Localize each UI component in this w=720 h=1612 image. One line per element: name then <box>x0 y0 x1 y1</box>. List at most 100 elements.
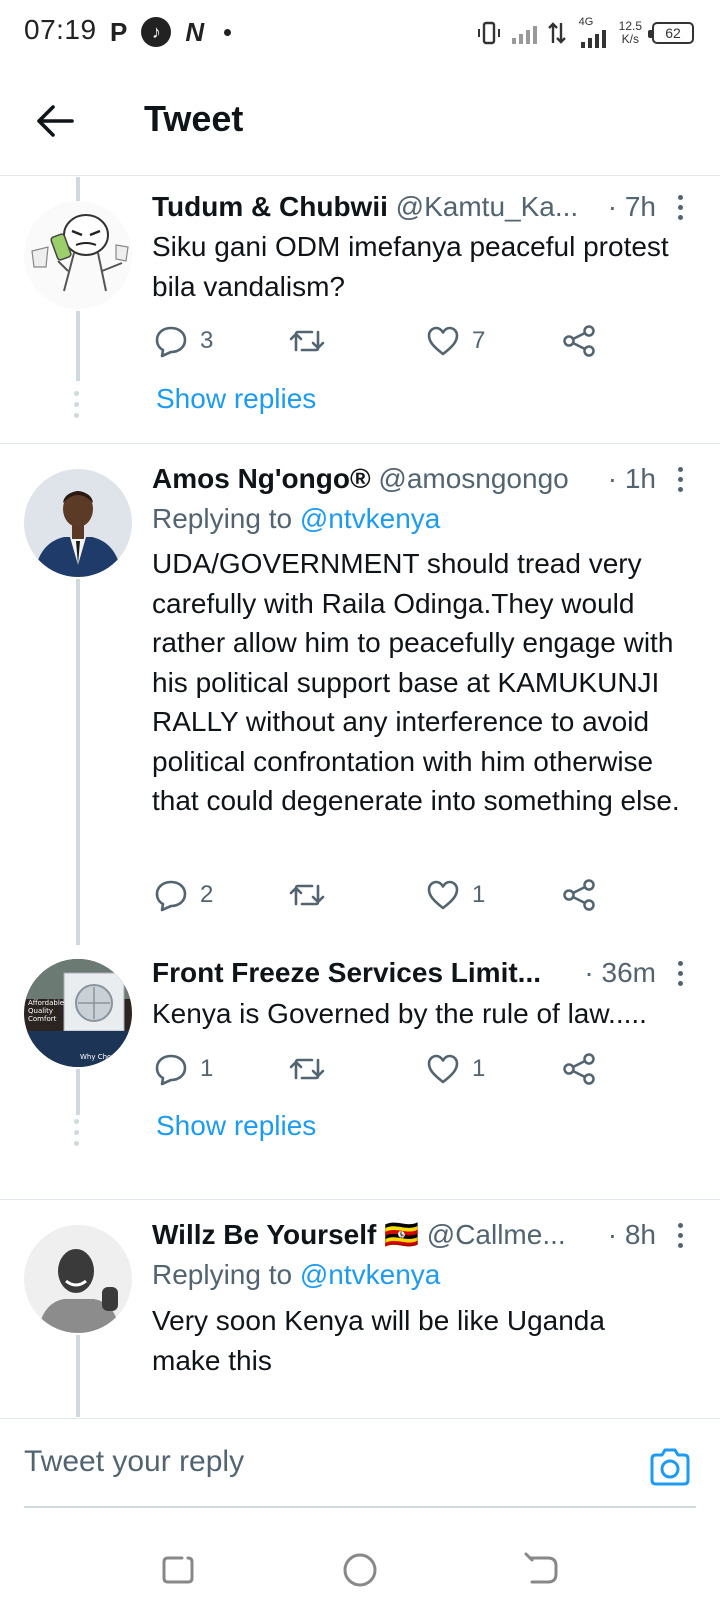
more-options-button[interactable] <box>670 955 690 991</box>
dot-icon <box>224 28 232 36</box>
replying-to: Replying to @ntvkenya <box>152 1259 441 1290</box>
arrow-left-icon <box>37 105 74 137</box>
like-button[interactable]: 1 <box>426 1049 485 1089</box>
uganda-flag-icon: 🇺🇬 <box>384 1219 419 1250</box>
reply-composer <box>0 1418 720 1518</box>
avatar[interactable]: Affordable Quality Comfort Why Choo <box>24 959 132 1067</box>
heart-icon <box>427 326 459 356</box>
show-replies-link[interactable]: Show replies <box>156 383 316 415</box>
svg-text:Why Choo: Why Choo <box>80 1053 116 1061</box>
author-handle[interactable]: @Kamtu_Ka... <box>396 191 579 222</box>
back-nav-icon <box>524 1552 558 1584</box>
status-bar: 07:19 P ♪ N 4G 12.5 K/s 62 <box>0 0 720 66</box>
mention-link[interactable]: @ntvkenya <box>300 1259 441 1290</box>
replying-to: Replying to @ntvkenya <box>152 503 441 534</box>
tweet-actions: 3 7 <box>152 321 622 361</box>
tweet-header: Amos Ng'ongo® @amosngongo <box>152 461 620 497</box>
retweet-icon <box>289 884 325 906</box>
share-button[interactable] <box>562 1049 596 1089</box>
p-icon: P <box>110 17 128 47</box>
tiktok-icon: ♪ <box>141 17 172 47</box>
reply-input[interactable] <box>24 1445 584 1479</box>
reply-tweet-1[interactable]: Tudum & Chubwii @Kamtu_Ka... · 7h Siku g… <box>0 177 720 443</box>
avatar[interactable] <box>24 201 132 309</box>
svg-text:Quality: Quality <box>28 1007 53 1015</box>
tweet-text: Siku gani ODM imefanya peaceful protest … <box>152 231 669 302</box>
reply-icon <box>155 326 187 358</box>
share-icon <box>563 1053 595 1085</box>
author-name[interactable]: Willz Be Yourself <box>152 1219 376 1250</box>
more-options-button[interactable] <box>670 1217 690 1253</box>
thread-line <box>76 1069 80 1115</box>
man-in-suit-avatar <box>24 469 132 577</box>
status-time: 07:19 <box>24 14 97 45</box>
author-name[interactable]: Amos Ng'ongo® <box>152 463 371 494</box>
reply-tweet-2[interactable]: Amos Ng'ongo® @amosngongo · 1h Replying … <box>0 445 720 945</box>
vibrate-icon <box>477 21 500 45</box>
tweet-header: Front Freeze Services Limit... <box>152 955 550 991</box>
share-button[interactable] <box>562 875 596 915</box>
retweet-button[interactable] <box>288 1049 326 1089</box>
tweet-time: · 7h <box>607 191 656 222</box>
reply-button[interactable]: 3 <box>154 321 213 361</box>
camera-button[interactable] <box>648 1447 692 1487</box>
reply-tweet-4[interactable]: Willz Be Yourself 🇺🇬 @Callme... · 8h Rep… <box>0 1201 720 1417</box>
like-button[interactable]: 1 <box>426 875 485 915</box>
tweet-text: Very soon Kenya will be like Uganda make… <box>152 1305 605 1376</box>
mention-link[interactable]: @ntvkenya <box>300 503 441 534</box>
reply-tweet-3[interactable]: Affordable Quality Comfort Why Choo Fron… <box>0 945 720 1167</box>
retweet-icon <box>289 1058 325 1080</box>
avatar[interactable] <box>24 1225 132 1333</box>
author-handle[interactable]: @amosngongo <box>378 463 568 494</box>
camera-icon <box>650 1448 690 1486</box>
svg-text:Comfort: Comfort <box>28 1015 57 1023</box>
thread-line <box>76 311 80 381</box>
meme-face-avatar <box>24 201 132 309</box>
author-handle[interactable]: @Callme... <box>427 1219 566 1250</box>
reply-icon <box>155 880 187 912</box>
reply-button[interactable]: 1 <box>154 1049 213 1089</box>
retweet-button[interactable] <box>288 321 326 361</box>
retweet-button[interactable] <box>288 875 326 915</box>
reply-underline <box>24 1506 696 1508</box>
replies-list[interactable]: Tudum & Chubwii @Kamtu_Ka... · 7h Siku g… <box>0 177 720 1417</box>
recents-icon <box>162 1556 194 1584</box>
data-transfer-icon <box>547 22 566 44</box>
divider <box>0 443 720 444</box>
avatar[interactable] <box>24 469 132 577</box>
air-conditioner-avatar: Affordable Quality Comfort Why Choo <box>24 959 132 1067</box>
thread-line <box>76 1335 80 1417</box>
more-options-button[interactable] <box>670 189 690 225</box>
tweet-text: Kenya is Governed by the rule of law....… <box>152 998 647 1029</box>
back-button[interactable] <box>30 96 80 146</box>
author-name[interactable]: Front Freeze Services Limit... <box>152 957 541 988</box>
share-icon <box>563 879 595 911</box>
author-name[interactable]: Tudum & Chubwii <box>152 191 388 222</box>
tweet-time: · 36m <box>584 957 656 988</box>
home-circle-icon <box>343 1553 377 1587</box>
reply-button[interactable]: 2 <box>154 875 213 915</box>
tweet-actions: 1 1 <box>152 1049 622 1089</box>
battery-icon: 62 <box>648 22 694 44</box>
share-icon <box>563 325 595 357</box>
top-app-bar: Tweet <box>0 66 720 176</box>
thread-line <box>76 579 80 945</box>
reply-icon <box>155 1054 187 1086</box>
n-icon: N <box>185 17 205 47</box>
show-replies-link[interactable]: Show replies <box>156 1110 316 1142</box>
tweet-header: Tudum & Chubwii @Kamtu_Ka... <box>152 189 620 225</box>
share-button[interactable] <box>562 321 596 361</box>
more-options-button[interactable] <box>670 461 690 497</box>
net-speed: 12.5 K/s <box>618 19 642 46</box>
tweet-time: · 8h <box>607 1219 656 1250</box>
heart-icon <box>427 1054 459 1084</box>
tweet-header: Willz Be Yourself 🇺🇬 @Callme... <box>152 1217 620 1253</box>
like-button[interactable]: 7 <box>426 321 485 361</box>
home-button[interactable] <box>340 1550 380 1590</box>
smiling-man-avatar <box>24 1225 132 1333</box>
signal-1-icon <box>511 22 537 44</box>
tweet-time: · 1h <box>607 463 656 494</box>
retweet-icon <box>289 330 325 352</box>
back-nav-button[interactable] <box>522 1550 562 1590</box>
recents-button[interactable] <box>158 1550 198 1590</box>
